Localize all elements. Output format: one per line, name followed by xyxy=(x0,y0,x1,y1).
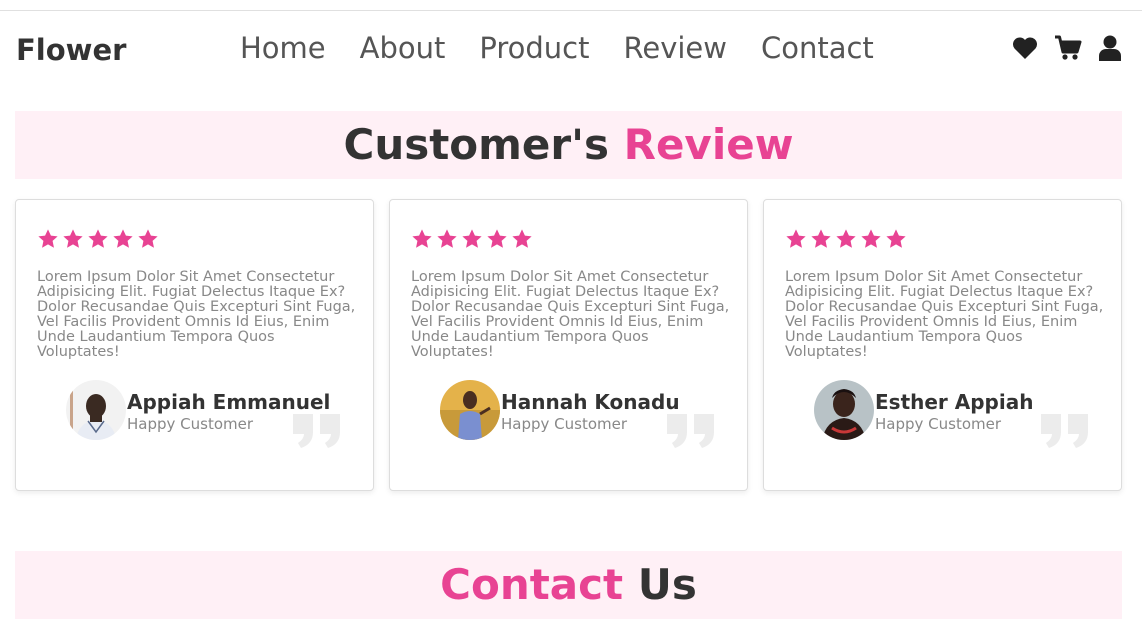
review-text: Lorem Ipsum Dolor Sit Amet Consectetur A… xyxy=(785,269,1104,360)
reviewer-role: Happy Customer xyxy=(127,415,254,433)
nav-contact[interactable]: Contact xyxy=(761,31,874,65)
contact-title-accent: Contact xyxy=(440,560,624,609)
star-icon xyxy=(886,229,906,248)
star-icon xyxy=(462,229,482,248)
star-rating xyxy=(37,228,159,250)
review-text: Lorem Ipsum Dolor Sit Amet Consectetur A… xyxy=(37,269,356,360)
star-icon xyxy=(512,229,532,248)
star-rating xyxy=(411,228,533,250)
reviewer-role: Happy Customer xyxy=(875,415,1002,433)
nav-product[interactable]: Product xyxy=(479,31,589,65)
quote-icon xyxy=(663,410,719,450)
review-card: Lorem Ipsum Dolor Sit Amet Consectetur A… xyxy=(15,199,374,491)
star-icon xyxy=(63,229,83,248)
reviewer-name: Hannah Konadu xyxy=(501,390,680,414)
user-icon[interactable] xyxy=(1098,35,1122,61)
review-section-title: Customer's Review xyxy=(15,111,1122,179)
review-title-accent: Review xyxy=(623,120,794,169)
site-header: Flower Home About Product Review Contact xyxy=(0,11,1142,91)
cart-icon[interactable] xyxy=(1054,35,1082,61)
star-icon xyxy=(113,229,133,248)
review-text: Lorem Ipsum Dolor Sit Amet Consectetur A… xyxy=(411,269,730,360)
avatar xyxy=(66,380,126,440)
star-icon xyxy=(138,229,158,248)
review-card: Lorem Ipsum Dolor Sit Amet Consectetur A… xyxy=(389,199,748,491)
quote-icon xyxy=(289,410,345,450)
nav-about[interactable]: About xyxy=(360,31,446,65)
star-icon xyxy=(88,229,108,248)
star-icon xyxy=(412,229,432,248)
reviewer-role: Happy Customer xyxy=(501,415,628,433)
star-rating xyxy=(785,228,907,250)
star-icon xyxy=(487,229,507,248)
star-icon xyxy=(437,229,457,248)
avatar xyxy=(814,380,874,440)
main-nav: Home About Product Review Contact xyxy=(240,31,874,65)
nav-review[interactable]: Review xyxy=(624,31,727,65)
review-title-main: Customer's xyxy=(343,120,624,169)
header-icons xyxy=(1012,35,1122,61)
review-cards: Lorem Ipsum Dolor Sit Amet Consectetur A… xyxy=(15,199,1122,491)
logo[interactable]: Flower xyxy=(16,33,126,67)
quote-icon xyxy=(1037,410,1093,450)
star-icon xyxy=(861,229,881,248)
reviewer-name: Esther Appiah xyxy=(875,390,1034,414)
avatar xyxy=(440,380,500,440)
heart-icon[interactable] xyxy=(1012,36,1038,60)
contact-title-main: Us xyxy=(623,560,697,609)
star-icon xyxy=(786,229,806,248)
review-card: Lorem Ipsum Dolor Sit Amet Consectetur A… xyxy=(763,199,1122,491)
star-icon xyxy=(38,229,58,248)
star-icon xyxy=(811,229,831,248)
contact-section-title: Contact Us xyxy=(15,551,1122,619)
star-icon xyxy=(836,229,856,248)
nav-home[interactable]: Home xyxy=(240,31,326,65)
